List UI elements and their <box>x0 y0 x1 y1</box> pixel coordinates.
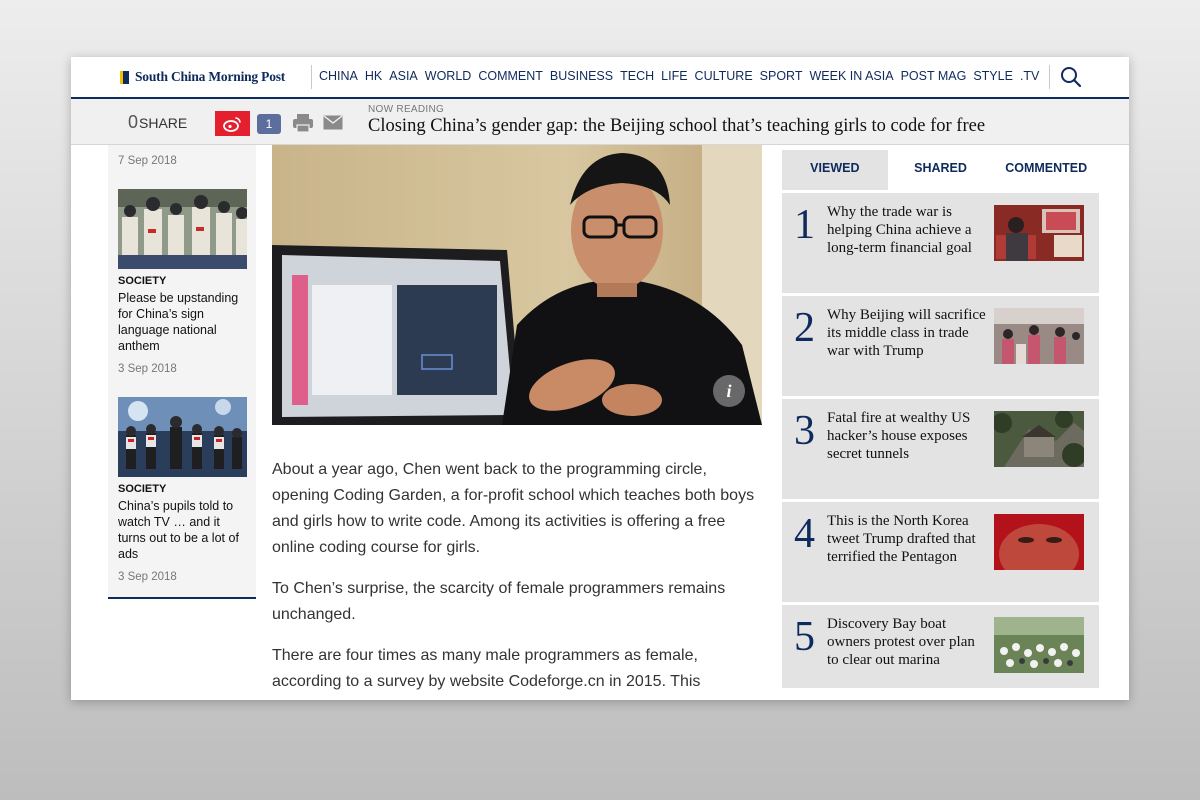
nav-item-world[interactable]: WORLD <box>425 69 472 83</box>
nav-item-style[interactable]: STYLE <box>973 69 1013 83</box>
section-nav: CHINA HK ASIA WORLD COMMENT BUSINESS TEC… <box>319 69 1046 83</box>
story-headline[interactable]: Please be upstanding for China’s sign la… <box>118 290 250 354</box>
rank-number: 4 <box>794 511 815 557</box>
related-stories-column: 7 Sep 2018 SOCIETY Please be upstanding <box>108 145 256 599</box>
tab-viewed[interactable]: VIEWED <box>782 150 888 190</box>
nav-item-tv[interactable]: .TV <box>1020 69 1039 83</box>
rank-thumbnail[interactable] <box>994 617 1084 673</box>
nav-item-culture[interactable]: CULTURE <box>695 69 753 83</box>
story-thumbnail-anthem[interactable] <box>118 189 247 269</box>
email-icon[interactable] <box>323 115 343 130</box>
article-body: About a year ago, Chen went back to the … <box>272 457 764 700</box>
top-navigation: South China Morning Post CHINA HK ASIA W… <box>71 57 1129 99</box>
popular-item[interactable]: 2 Why Beijing will sacrifice its middle … <box>782 293 1099 396</box>
now-reading-title[interactable]: Closing China’s gender gap: the Beijing … <box>368 116 985 137</box>
nav-item-hk[interactable]: HK <box>365 69 382 83</box>
story-tag[interactable]: SOCIETY <box>118 275 166 287</box>
popular-item[interactable]: 1 Why the trade war is helping China ach… <box>782 190 1099 293</box>
rank-headline[interactable]: This is the North Korea tweet Trump draf… <box>827 512 987 566</box>
rank-number: 1 <box>794 202 815 248</box>
weibo-icon <box>223 117 241 132</box>
rank-headline[interactable]: Fatal fire at wealthy US hacker’s house … <box>827 409 987 463</box>
popular-item[interactable]: 4 This is the North Korea tweet Trump dr… <box>782 499 1099 602</box>
rank-thumbnail[interactable] <box>994 411 1084 467</box>
nav-item-sport[interactable]: SPORT <box>760 69 803 83</box>
story-date: 3 Sep 2018 <box>118 571 177 583</box>
article-paragraph: About a year ago, Chen went back to the … <box>272 461 755 556</box>
rank-thumbnail[interactable] <box>994 308 1084 364</box>
share-counter: 0 SHARE <box>128 112 187 133</box>
rank-number: 2 <box>794 305 815 351</box>
comment-count-badge[interactable]: 1 <box>257 114 281 134</box>
nav-item-china[interactable]: CHINA <box>319 69 358 83</box>
scmp-logo[interactable]: South China Morning Post <box>120 68 285 86</box>
nav-divider <box>1049 65 1050 89</box>
nav-item-week-in-asia[interactable]: WEEK IN ASIA <box>810 69 894 83</box>
now-reading-label: NOW READING <box>368 104 445 115</box>
story-thumbnail-pupils-tv[interactable] <box>118 397 247 477</box>
story-tag[interactable]: SOCIETY <box>118 483 166 495</box>
nav-item-post-mag[interactable]: POST MAG <box>901 69 967 83</box>
article-hero-image: i <box>272 145 762 425</box>
browser-window: South China Morning Post CHINA HK ASIA W… <box>71 57 1129 700</box>
rank-number: 3 <box>794 408 815 454</box>
popular-tabs: VIEWED SHARED COMMENTED <box>782 150 1099 190</box>
image-info-icon[interactable]: i <box>713 375 745 407</box>
logo-mark-icon <box>120 70 129 84</box>
share-count: 0 <box>128 112 139 132</box>
rank-thumbnail[interactable] <box>994 514 1084 570</box>
story-headline[interactable]: China’s pupils told to watch TV … and it… <box>118 498 250 562</box>
rank-thumbnail[interactable] <box>994 205 1084 261</box>
rank-headline[interactable]: Why the trade war is helping China achie… <box>827 203 987 257</box>
now-reading-bar: 0 SHARE 1 NOW READING Closing China’s ge… <box>71 99 1129 145</box>
weibo-share-button[interactable] <box>215 111 250 136</box>
tab-shared[interactable]: SHARED <box>888 150 994 190</box>
share-label: SHARE <box>139 115 188 131</box>
nav-item-asia[interactable]: ASIA <box>389 69 418 83</box>
rank-number: 5 <box>794 614 815 660</box>
most-popular-panel: VIEWED SHARED COMMENTED 1 Why the trade … <box>782 150 1099 688</box>
popular-item[interactable]: 3 Fatal fire at wealthy US hacker’s hous… <box>782 396 1099 499</box>
logo-text: South China Morning Post <box>135 69 286 84</box>
tab-commented[interactable]: COMMENTED <box>993 150 1099 190</box>
story-date: 7 Sep 2018 <box>118 155 177 167</box>
print-icon[interactable] <box>292 113 314 133</box>
search-icon[interactable] <box>1060 66 1082 88</box>
nav-item-business[interactable]: BUSINESS <box>550 69 613 83</box>
article-paragraph: To Chen’s surprise, the scarcity of fema… <box>272 580 726 623</box>
popular-item[interactable]: 5 Discovery Bay boat owners protest over… <box>782 602 1099 700</box>
nav-item-comment[interactable]: COMMENT <box>478 69 543 83</box>
rank-headline[interactable]: Why Beijing will sacrifice its middle cl… <box>827 306 987 360</box>
story-date: 3 Sep 2018 <box>118 363 177 375</box>
nav-item-life[interactable]: LIFE <box>661 69 687 83</box>
article-paragraph: There are four times as many male progra… <box>272 647 701 690</box>
rank-headline[interactable]: Discovery Bay boat owners protest over p… <box>827 615 987 669</box>
nav-item-tech[interactable]: TECH <box>620 69 654 83</box>
nav-divider <box>311 65 312 89</box>
